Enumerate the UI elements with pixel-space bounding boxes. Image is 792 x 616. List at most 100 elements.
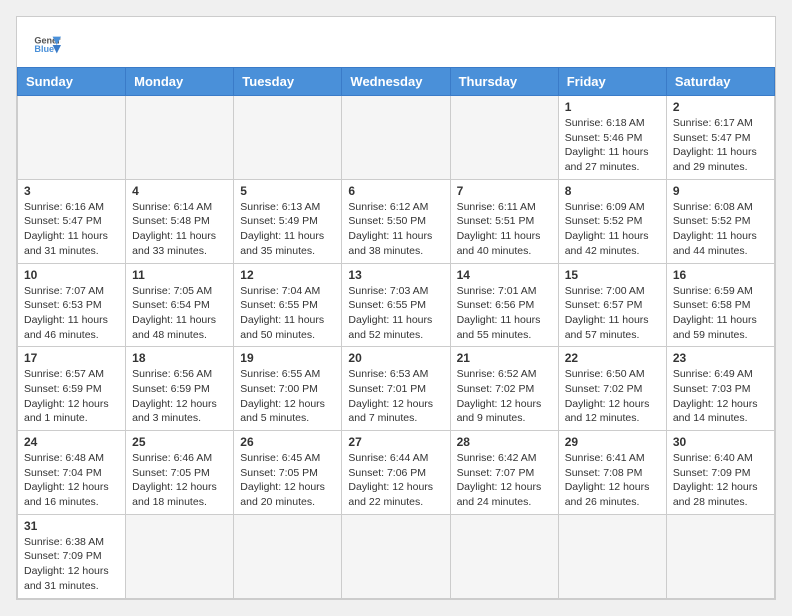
calendar-cell	[126, 96, 234, 180]
calendar-cell: 28Sunrise: 6:42 AM Sunset: 7:07 PM Dayli…	[450, 431, 558, 515]
day-number: 9	[673, 184, 768, 198]
calendar-cell: 18 Sunrise: 6:56 AM Sunset: 6:59 PM Dayli…	[126, 347, 234, 431]
calendar-cell: 13 Sunrise: 7:03 AM Sunset: 6:55 PM Dayli…	[342, 263, 450, 347]
calendar-cell: 26 Sunrise: 6:45 AM Sunset: 7:05 PM Dayli…	[234, 431, 342, 515]
calendar-header: General Blue	[17, 17, 775, 67]
calendar-cell: 3 Sunrise: 6:16 AM Sunset: 5:47 PM Daylig…	[18, 179, 126, 263]
day-info: Sunrise: 7:00 AM Sunset: 6:57 PM Dayligh…	[565, 284, 660, 343]
calendar-cell: 1Sunrise: 6:18 AM Sunset: 5:46 PM Daylig…	[558, 96, 666, 180]
day-info: Sunrise: 6:50 AM Sunset: 7:02 PM Dayligh…	[565, 367, 660, 426]
weekday-header-thursday: Thursday	[450, 68, 558, 96]
calendar-cell: 22 Sunrise: 6:50 AM Sunset: 7:02 PM Dayli…	[558, 347, 666, 431]
day-info: Sunrise: 6:56 AM Sunset: 6:59 PM Dayligh…	[132, 367, 227, 426]
calendar-cell: 23Sunrise: 6:49 AM Sunset: 7:03 PM Dayli…	[666, 347, 774, 431]
day-info: Sunrise: 6:49 AM Sunset: 7:03 PM Dayligh…	[673, 367, 768, 426]
day-number: 12	[240, 268, 335, 282]
day-number: 8	[565, 184, 660, 198]
day-info: Sunrise: 6:38 AM Sunset: 7:09 PM Dayligh…	[24, 535, 119, 594]
day-number: 7	[457, 184, 552, 198]
calendar-cell: 7 Sunrise: 6:11 AM Sunset: 5:51 PM Daylig…	[450, 179, 558, 263]
calendar-cell	[342, 96, 450, 180]
day-info: Sunrise: 7:07 AM Sunset: 6:53 PM Dayligh…	[24, 284, 119, 343]
day-info: Sunrise: 6:16 AM Sunset: 5:47 PM Dayligh…	[24, 200, 119, 259]
day-number: 27	[348, 435, 443, 449]
calendar-cell: 6 Sunrise: 6:12 AM Sunset: 5:50 PM Daylig…	[342, 179, 450, 263]
calendar-cell: 2Sunrise: 6:17 AM Sunset: 5:47 PM Daylig…	[666, 96, 774, 180]
calendar-cell: 30Sunrise: 6:40 AM Sunset: 7:09 PM Dayli…	[666, 431, 774, 515]
calendar-cell: 14 Sunrise: 7:01 AM Sunset: 6:56 PM Dayli…	[450, 263, 558, 347]
day-number: 29	[565, 435, 660, 449]
day-number: 4	[132, 184, 227, 198]
calendar-cell	[234, 96, 342, 180]
day-info: Sunrise: 6:12 AM Sunset: 5:50 PM Dayligh…	[348, 200, 443, 259]
calendar-cell: 16 Sunrise: 6:59 AM Sunset: 6:58 PM Dayli…	[666, 263, 774, 347]
day-info: Sunrise: 6:44 AM Sunset: 7:06 PM Dayligh…	[348, 451, 443, 510]
calendar-cell: 17Sunrise: 6:57 AM Sunset: 6:59 PM Dayli…	[18, 347, 126, 431]
calendar-cell: 20Sunrise: 6:53 AM Sunset: 7:01 PM Dayli…	[342, 347, 450, 431]
day-info: Sunrise: 6:14 AM Sunset: 5:48 PM Dayligh…	[132, 200, 227, 259]
calendar-cell: 15Sunrise: 7:00 AM Sunset: 6:57 PM Dayli…	[558, 263, 666, 347]
day-info: Sunrise: 6:42 AM Sunset: 7:07 PM Dayligh…	[457, 451, 552, 510]
day-info: Sunrise: 6:55 AM Sunset: 7:00 PM Dayligh…	[240, 367, 335, 426]
calendar-cell: 21 Sunrise: 6:52 AM Sunset: 7:02 PM Dayli…	[450, 347, 558, 431]
calendar-cell	[666, 514, 774, 598]
calendar-cell	[450, 96, 558, 180]
day-number: 13	[348, 268, 443, 282]
day-info: Sunrise: 6:11 AM Sunset: 5:51 PM Dayligh…	[457, 200, 552, 259]
logo-icon: General Blue	[33, 31, 61, 59]
day-info: Sunrise: 6:41 AM Sunset: 7:08 PM Dayligh…	[565, 451, 660, 510]
day-number: 20	[348, 351, 443, 365]
calendar-cell: 19 Sunrise: 6:55 AM Sunset: 7:00 PM Dayli…	[234, 347, 342, 431]
calendar-cell	[558, 514, 666, 598]
weekday-header-sunday: Sunday	[18, 68, 126, 96]
weekday-header-tuesday: Tuesday	[234, 68, 342, 96]
logo: General Blue	[33, 31, 61, 59]
day-info: Sunrise: 7:01 AM Sunset: 6:56 PM Dayligh…	[457, 284, 552, 343]
calendar-cell	[126, 514, 234, 598]
week-row-6: 31 Sunrise: 6:38 AM Sunset: 7:09 PM Dayli…	[18, 514, 775, 598]
calendar-cell: 27 Sunrise: 6:44 AM Sunset: 7:06 PM Dayli…	[342, 431, 450, 515]
day-info: Sunrise: 6:09 AM Sunset: 5:52 PM Dayligh…	[565, 200, 660, 259]
day-info: Sunrise: 6:59 AM Sunset: 6:58 PM Dayligh…	[673, 284, 768, 343]
day-number: 22	[565, 351, 660, 365]
day-info: Sunrise: 6:18 AM Sunset: 5:46 PM Dayligh…	[565, 116, 660, 175]
calendar-cell	[234, 514, 342, 598]
day-info: Sunrise: 6:57 AM Sunset: 6:59 PM Dayligh…	[24, 367, 119, 426]
day-number: 30	[673, 435, 768, 449]
day-number: 11	[132, 268, 227, 282]
week-row-5: 24Sunrise: 6:48 AM Sunset: 7:04 PM Dayli…	[18, 431, 775, 515]
day-number: 31	[24, 519, 119, 533]
week-row-2: 3 Sunrise: 6:16 AM Sunset: 5:47 PM Daylig…	[18, 179, 775, 263]
day-info: Sunrise: 6:52 AM Sunset: 7:02 PM Dayligh…	[457, 367, 552, 426]
day-info: Sunrise: 7:04 AM Sunset: 6:55 PM Dayligh…	[240, 284, 335, 343]
day-number: 16	[673, 268, 768, 282]
day-info: Sunrise: 6:13 AM Sunset: 5:49 PM Dayligh…	[240, 200, 335, 259]
calendar-cell: 25 Sunrise: 6:46 AM Sunset: 7:05 PM Dayli…	[126, 431, 234, 515]
calendar-cell: 9 Sunrise: 6:08 AM Sunset: 5:52 PM Daylig…	[666, 179, 774, 263]
day-info: Sunrise: 6:45 AM Sunset: 7:05 PM Dayligh…	[240, 451, 335, 510]
day-number: 3	[24, 184, 119, 198]
calendar-cell: 4 Sunrise: 6:14 AM Sunset: 5:48 PM Daylig…	[126, 179, 234, 263]
day-number: 19	[240, 351, 335, 365]
day-info: Sunrise: 7:03 AM Sunset: 6:55 PM Dayligh…	[348, 284, 443, 343]
day-number: 14	[457, 268, 552, 282]
calendar-cell: 12 Sunrise: 7:04 AM Sunset: 6:55 PM Dayli…	[234, 263, 342, 347]
day-info: Sunrise: 6:08 AM Sunset: 5:52 PM Dayligh…	[673, 200, 768, 259]
day-number: 18	[132, 351, 227, 365]
day-number: 6	[348, 184, 443, 198]
weekday-header-row: SundayMondayTuesdayWednesdayThursdayFrid…	[18, 68, 775, 96]
calendar-cell: 29 Sunrise: 6:41 AM Sunset: 7:08 PM Dayli…	[558, 431, 666, 515]
calendar-table: SundayMondayTuesdayWednesdayThursdayFrid…	[17, 67, 775, 599]
calendar-cell: 5Sunrise: 6:13 AM Sunset: 5:49 PM Daylig…	[234, 179, 342, 263]
svg-text:Blue: Blue	[34, 44, 54, 54]
day-number: 26	[240, 435, 335, 449]
day-info: Sunrise: 6:46 AM Sunset: 7:05 PM Dayligh…	[132, 451, 227, 510]
day-number: 25	[132, 435, 227, 449]
day-number: 10	[24, 268, 119, 282]
weekday-header-friday: Friday	[558, 68, 666, 96]
weekday-header-monday: Monday	[126, 68, 234, 96]
calendar-cell: 8 Sunrise: 6:09 AM Sunset: 5:52 PM Daylig…	[558, 179, 666, 263]
day-info: Sunrise: 6:48 AM Sunset: 7:04 PM Dayligh…	[24, 451, 119, 510]
calendar-cell	[450, 514, 558, 598]
day-number: 21	[457, 351, 552, 365]
